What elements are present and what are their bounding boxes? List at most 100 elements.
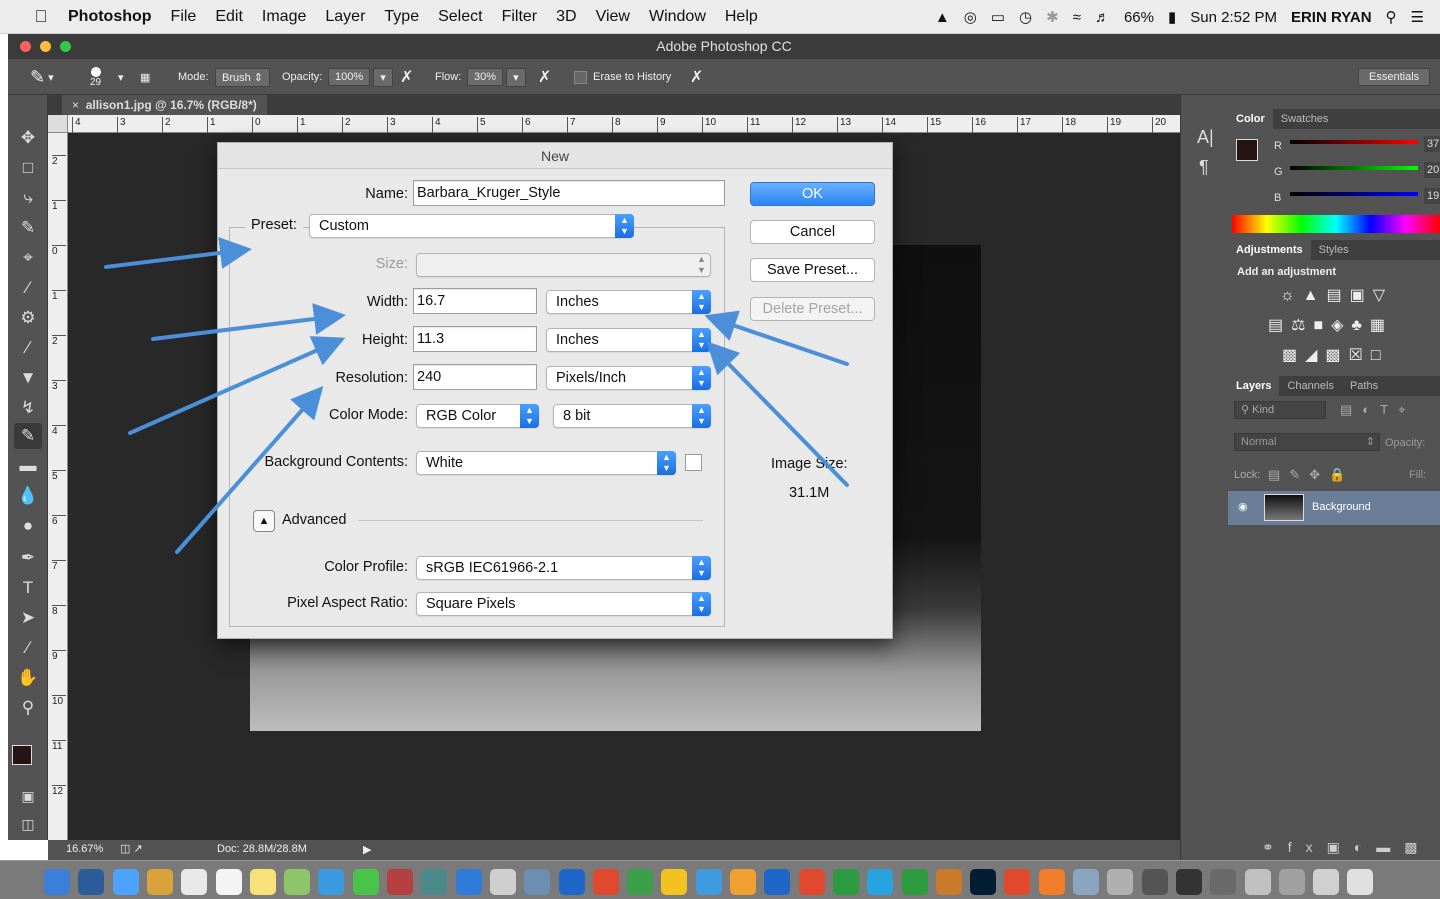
mode-select[interactable]: Brush ⇕ — [215, 67, 271, 87]
quick-mask-icon[interactable]: ▣ — [14, 783, 42, 809]
menu-image[interactable]: Image — [262, 8, 306, 26]
history-brush-tool-icon[interactable]: ↯ — [14, 395, 42, 421]
zoom-tool-icon[interactable]: ⚲ — [14, 695, 42, 721]
lock-icons[interactable]: ▤✎✥🔒 — [1268, 467, 1354, 483]
menu-layer[interactable]: Layer — [325, 8, 365, 26]
type-tool-icon[interactable]: T — [14, 575, 42, 601]
quick-select-tool-icon[interactable]: ✎ — [14, 215, 42, 241]
lasso-tool-icon[interactable]: ⤷ — [14, 185, 42, 211]
tab-adjustments[interactable]: Adjustments — [1228, 240, 1311, 260]
preset-select[interactable]: Custom ▲ ▼ — [309, 214, 634, 238]
opacity-input[interactable]: 100% — [328, 68, 371, 86]
gradient-tool-icon[interactable]: ▬ — [14, 453, 42, 479]
dock-app-icon[interactable] — [970, 869, 997, 895]
creative-cloud-icon[interactable]: ◎ — [964, 8, 977, 26]
bluetooth-icon[interactable]: ✱ — [1046, 8, 1059, 26]
close-window-button[interactable] — [20, 41, 31, 52]
red-slider[interactable] — [1290, 140, 1418, 144]
advanced-toggle-button[interactable]: ▲ — [253, 510, 275, 532]
brush-preset-dropdown[interactable]: ▾ — [118, 59, 124, 95]
color-mode-select[interactable]: RGB Color ▲ ▼ — [416, 404, 539, 428]
apple-icon[interactable]:  — [30, 7, 52, 27]
dock-app-icon[interactable] — [1175, 869, 1202, 895]
blur-tool-icon[interactable]: 💧 — [14, 483, 42, 509]
dock-app-icon[interactable] — [489, 869, 516, 895]
dock-app-icon[interactable] — [352, 869, 379, 895]
wifi-icon[interactable]: ≈ — [1073, 9, 1081, 26]
flow-input[interactable]: 30% — [467, 68, 504, 86]
airbrush-icon[interactable]: ✗ — [538, 59, 551, 95]
volume-icon[interactable]: ♬ — [1095, 9, 1110, 26]
dock-app-icon[interactable] — [181, 869, 208, 895]
r-value[interactable]: 37 — [1424, 136, 1440, 152]
dodge-tool-icon[interactable]: ● — [14, 513, 42, 539]
close-tab-icon[interactable]: × — [72, 98, 79, 112]
dock-app-icon[interactable] — [215, 869, 242, 895]
dock-app-icon[interactable] — [1073, 869, 1099, 895]
cancel-button[interactable]: Cancel — [750, 220, 875, 244]
menu-window[interactable]: Window — [649, 8, 706, 26]
menu-type[interactable]: Type — [384, 8, 419, 26]
dock-app-icon[interactable] — [1107, 869, 1134, 895]
zoom-window-button[interactable] — [60, 41, 71, 52]
dock-app-icon[interactable] — [455, 869, 482, 895]
dock-app-icon[interactable] — [627, 869, 654, 895]
b-value[interactable]: 19 — [1424, 188, 1440, 204]
eraser-tool-icon-active[interactable]: ✎ — [14, 423, 42, 449]
brush-panel-icon[interactable]: ▦ — [140, 59, 150, 95]
flow-dropdown[interactable]: ▾ — [506, 67, 526, 87]
clock[interactable]: Sun 2:52 PM — [1190, 9, 1277, 26]
menu-3d[interactable]: 3D — [556, 8, 576, 26]
menu-edit[interactable]: Edit — [215, 8, 243, 26]
name-field[interactable]: Barbara_Kruger_Style — [413, 180, 725, 206]
menu-file[interactable]: File — [171, 8, 197, 26]
erase-history-checkbox[interactable] — [574, 70, 587, 84]
zoom-level[interactable]: 16.67% — [66, 843, 103, 855]
g-value[interactable]: 20 — [1424, 162, 1440, 178]
green-slider[interactable] — [1290, 166, 1418, 170]
dock-app-icon[interactable] — [1141, 869, 1168, 895]
dock-app-icon[interactable] — [1347, 869, 1374, 895]
battery-percent[interactable]: 66% — [1124, 9, 1154, 26]
healing-brush-tool-icon[interactable]: ⚙ — [14, 305, 42, 331]
pressure-size-icon[interactable]: ✗ — [690, 59, 703, 95]
dock-app-icon[interactable] — [901, 869, 928, 895]
dock-app-icon[interactable] — [764, 869, 791, 895]
path-selection-tool-icon[interactable]: ➤ — [14, 605, 42, 631]
pixel-aspect-select[interactable]: Square Pixels ▲ ▼ — [416, 592, 711, 616]
dock-app-icon[interactable] — [935, 869, 962, 895]
airplay-icon[interactable]: ▭ — [991, 8, 1005, 26]
dock-app-icon[interactable] — [832, 869, 859, 895]
ok-button[interactable]: OK — [750, 182, 875, 206]
dock-app-icon[interactable] — [249, 869, 276, 895]
pen-tool-icon[interactable]: ✒ — [14, 545, 42, 571]
marquee-tool-icon[interactable]: □ — [14, 155, 42, 181]
layer-filter-icons[interactable]: ▤◐T⌖ — [1340, 402, 1415, 418]
clone-stamp-tool-icon[interactable]: ▼ — [14, 365, 42, 391]
dock-app-icon[interactable] — [1210, 869, 1237, 895]
adjustment-icons-row-1[interactable]: ☼▲▤▣▽ — [1280, 285, 1393, 305]
status-icons[interactable]: ◫ ↗ — [120, 842, 143, 855]
workspace-switcher[interactable]: Essentials — [1358, 68, 1431, 86]
notification-center-icon[interactable]: ☰ — [1411, 8, 1424, 26]
resolution-field[interactable]: 240 — [413, 364, 537, 390]
bit-depth-select[interactable]: 8 bit ▲ ▼ — [553, 404, 711, 428]
dock-app-icon[interactable] — [44, 869, 70, 895]
status-menu-arrow-icon[interactable]: ▶ — [363, 843, 371, 856]
height-unit-select[interactable]: Inches ▲ ▼ — [546, 328, 711, 352]
tab-styles[interactable]: Styles — [1311, 240, 1357, 260]
dock-app-icon[interactable] — [524, 869, 551, 895]
layer-visibility-eye-icon[interactable]: ◉ — [1238, 500, 1248, 513]
dock-app-icon[interactable] — [1278, 869, 1305, 895]
tab-layers[interactable]: Layers — [1228, 376, 1280, 396]
eraser-tool-icon[interactable]: ✎ ▾ — [30, 59, 54, 95]
tab-paths[interactable]: Paths — [1342, 376, 1386, 396]
character-panel-icon[interactable]: A| — [1197, 127, 1214, 148]
color-spectrum-ramp[interactable] — [1232, 215, 1440, 233]
menu-app-name[interactable]: Photoshop — [68, 8, 152, 26]
dock-app-icon[interactable] — [1244, 869, 1271, 895]
layer-row-background[interactable]: ◉ Background — [1228, 491, 1440, 525]
width-field[interactable]: 16.7 — [413, 288, 537, 314]
menu-select[interactable]: Select — [438, 8, 482, 26]
dock-app-icon[interactable] — [112, 869, 139, 895]
